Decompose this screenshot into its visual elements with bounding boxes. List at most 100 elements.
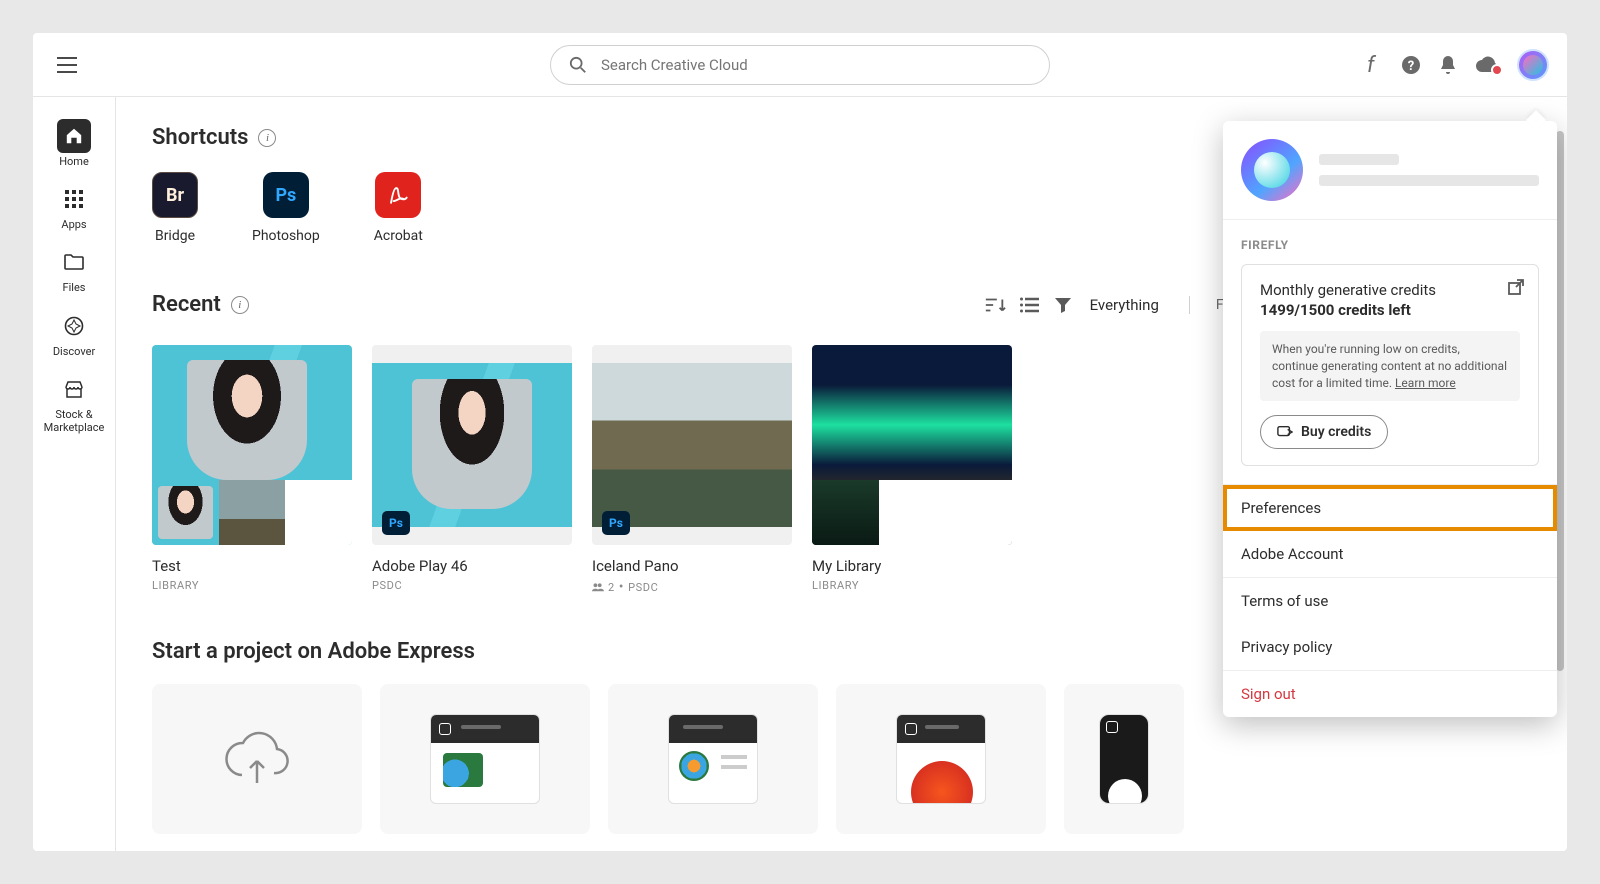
recent-item[interactable]: Ps Iceland Pano 2•PSDC [592, 345, 792, 595]
express-upload-card[interactable] [152, 684, 362, 834]
hamburger-icon [57, 57, 77, 73]
sidebar-item-home[interactable]: Home [57, 119, 91, 168]
menu-item-privacy[interactable]: Privacy policy [1223, 624, 1557, 670]
credits-remaining: 1499/1500 credits left [1260, 301, 1520, 319]
recent-item-name: Adobe Play 46 [372, 557, 572, 575]
folder-icon [64, 254, 84, 270]
sidebar-item-apps[interactable]: Apps [57, 182, 91, 231]
funnel-icon [1054, 296, 1072, 314]
express-title: Start a project on Adobe Express [152, 639, 475, 664]
menu-item-terms[interactable]: Terms of use [1223, 578, 1557, 624]
sidebar-item-label: Apps [61, 218, 86, 231]
thumbnail [152, 345, 352, 545]
recent-item[interactable]: Ps Adobe Play 46 PSDC [372, 345, 572, 595]
sidebar-item-stock[interactable]: Stock & Marketplace [33, 372, 115, 434]
shortcut-label: Photoshop [252, 228, 320, 244]
thumbnail: Ps [372, 345, 572, 545]
open-external-button[interactable] [1508, 279, 1524, 299]
filter-scope-label[interactable]: Everything [1090, 296, 1159, 314]
credits-title: Monthly generative credits [1260, 281, 1520, 299]
avatar-large-icon [1241, 139, 1303, 201]
recent-item-name: Test [152, 557, 352, 575]
recent-item-meta: LIBRARY [812, 579, 1012, 592]
bridge-icon: Br [152, 172, 198, 218]
express-template-card[interactable] [1064, 684, 1184, 834]
compass-icon [64, 316, 84, 336]
sort-icon [984, 296, 1006, 314]
user-info-redacted [1319, 154, 1539, 186]
recent-title: Recent [152, 292, 221, 317]
recent-item[interactable]: Test LIBRARY [152, 345, 352, 595]
help-icon: ? [1401, 55, 1421, 75]
menu-item-signout[interactable]: Sign out [1223, 671, 1557, 717]
popover-user-section [1223, 121, 1557, 220]
fonts-button[interactable]: f [1365, 54, 1383, 76]
firefly-section: FIREFLY Monthly generative credits 1499/… [1223, 220, 1557, 484]
sidebar: Home Apps Files Discover Stock & Marketp… [33, 97, 116, 851]
notifications-button[interactable] [1439, 55, 1457, 75]
shortcut-label: Acrobat [374, 228, 423, 244]
acrobat-icon [375, 172, 421, 218]
express-template-card[interactable] [608, 684, 818, 834]
sidebar-item-discover[interactable]: Discover [53, 309, 95, 358]
svg-text:f: f [1367, 54, 1377, 76]
app-window: f ? Home Apps Files [33, 33, 1567, 851]
cloud-sync-button[interactable] [1475, 56, 1499, 74]
fonts-icon: f [1365, 54, 1383, 76]
buy-credits-button[interactable]: Buy credits [1260, 415, 1388, 449]
info-icon[interactable]: i [258, 129, 276, 147]
shortcut-bridge[interactable]: Br Bridge [152, 172, 198, 244]
recent-item-name: Iceland Pano [592, 557, 792, 575]
menu-item-preferences[interactable]: Preferences [1223, 485, 1557, 531]
shortcut-label: Bridge [155, 228, 195, 244]
recent-item-meta: PSDC [372, 579, 572, 592]
search-input[interactable] [601, 56, 1031, 74]
buy-credits-label: Buy credits [1301, 424, 1371, 440]
apps-icon [65, 190, 83, 208]
profile-button[interactable] [1517, 49, 1549, 81]
shortcut-acrobat[interactable]: Acrobat [374, 172, 423, 244]
learn-more-link[interactable]: Learn more [1395, 376, 1456, 390]
filter-funnel-button[interactable] [1054, 296, 1072, 314]
store-icon [64, 380, 84, 398]
cloud-upload-icon [222, 731, 292, 787]
bell-icon [1439, 55, 1457, 75]
recent-item-name: My Library [812, 557, 1012, 575]
credits-icon [1277, 425, 1293, 439]
recent-item-meta: LIBRARY [152, 579, 352, 592]
menu-item-adobe-account[interactable]: Adobe Account [1223, 531, 1557, 577]
recent-item-meta: 2•PSDC [592, 579, 792, 595]
popover-menu: Preferences Adobe Account Terms of use P… [1223, 484, 1557, 717]
express-template-card[interactable] [836, 684, 1046, 834]
photoshop-badge-icon: Ps [602, 511, 630, 535]
svg-text:?: ? [1408, 59, 1414, 74]
open-external-icon [1508, 279, 1524, 295]
info-icon[interactable]: i [231, 296, 249, 314]
separator [1189, 296, 1190, 314]
recent-item[interactable]: My Library LIBRARY [812, 345, 1012, 595]
sidebar-item-label: Stock & Marketplace [33, 408, 115, 434]
credits-note: When you're running low on credits, cont… [1260, 331, 1520, 401]
menu-button[interactable] [51, 51, 83, 79]
photoshop-icon: Ps [263, 172, 309, 218]
list-icon [1020, 297, 1040, 313]
shortcuts-title: Shortcuts [152, 125, 248, 150]
sort-button[interactable] [984, 296, 1006, 314]
sidebar-item-label: Files [63, 281, 86, 294]
sidebar-item-files[interactable]: Files [57, 245, 91, 294]
help-button[interactable]: ? [1401, 55, 1421, 75]
sidebar-item-label: Discover [53, 345, 95, 358]
firefly-credits-card: Monthly generative credits 1499/1500 cre… [1241, 264, 1539, 466]
topbar-right: f ? [1365, 49, 1549, 81]
sidebar-item-label: Home [59, 155, 89, 168]
shortcut-photoshop[interactable]: Ps Photoshop [252, 172, 320, 244]
profile-popover: FIREFLY Monthly generative credits 1499/… [1223, 121, 1557, 717]
thumbnail: Ps [592, 345, 792, 545]
list-view-button[interactable] [1020, 297, 1040, 313]
scrollbar[interactable] [1556, 131, 1564, 671]
search-box[interactable] [550, 45, 1050, 85]
express-template-card[interactable] [380, 684, 590, 834]
firefly-heading: FIREFLY [1241, 238, 1539, 252]
avatar-icon [1523, 55, 1543, 75]
alert-badge-icon [1491, 64, 1503, 76]
